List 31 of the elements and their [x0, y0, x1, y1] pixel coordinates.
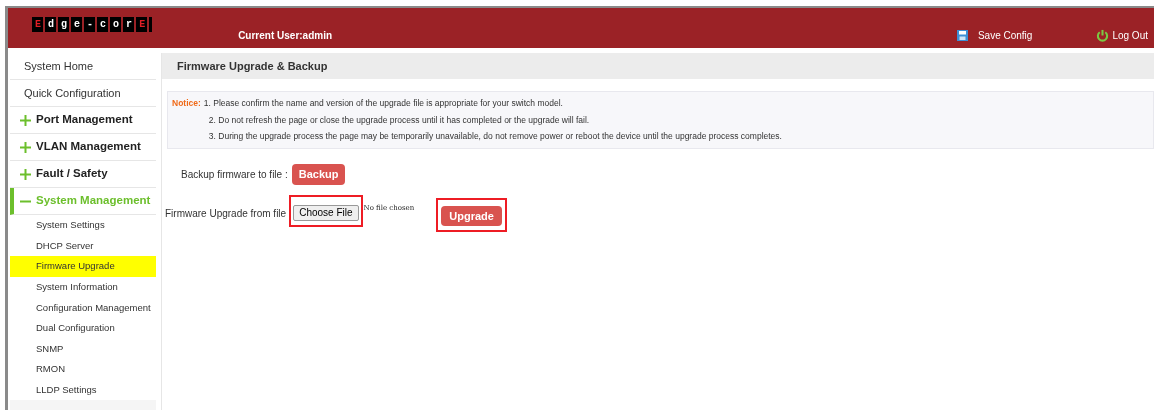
nav-subitem[interactable]: RMON	[10, 359, 156, 380]
save-config-button[interactable]: Save Config	[956, 27, 1033, 43]
nav-subitem[interactable]: System Information	[10, 276, 156, 298]
notice-text: 2. Do not refresh the page or close the upgrade process until it has completed or the upgrade will fail.	[207, 113, 591, 127]
choose-file-button[interactable]: Choose File	[293, 204, 359, 221]
upgrade-button[interactable]: Upgrade	[441, 205, 502, 226]
nav-item[interactable]: Quick Configuration	[10, 80, 156, 107]
notice-text: 1. Please confirm the name and version of the upgrade file is appropriate for your switch model.	[203, 97, 564, 110]
nav-group[interactable]: Fault / Safety	[10, 161, 156, 188]
nav-subitem[interactable]: System Settings	[10, 215, 156, 236]
plus-icon	[20, 141, 31, 153]
backup-button[interactable]: Backup	[291, 163, 346, 185]
log-out-button[interactable]: Log Out	[1096, 27, 1148, 43]
nav-subitem[interactable]: Firmware Upgrade	[10, 256, 156, 277]
plus-icon	[20, 168, 31, 180]
nav-item[interactable]: System Home	[10, 53, 156, 80]
panel-header: Firmware Upgrade & Backup	[162, 53, 1154, 79]
notice-text: 3. During the upgrade process the page may be temporarily unavailable, do not remove power or reboot the device until the upgrade process completes.	[207, 130, 782, 143]
plus-icon	[20, 114, 31, 126]
nav-group[interactable]: VLAN Management	[10, 134, 156, 161]
nav-subitem[interactable]: SNMP	[10, 338, 156, 360]
nav-subitem[interactable]: DHCP Server	[10, 235, 156, 257]
power-icon	[1096, 28, 1110, 42]
nav-subitem[interactable]: LLDP Settings	[10, 379, 156, 401]
notice-label: Notice:	[172, 97, 201, 110]
current-user: Current User:admin	[238, 28, 333, 43]
nav-group[interactable]: Port Management	[10, 107, 156, 134]
upgrade-label: Firmware Upgrade from file	[165, 207, 287, 221]
nav-subitem[interactable]: Dual Configuration	[10, 317, 156, 339]
backup-label: Backup firmware to file :	[181, 167, 288, 182]
nav-subitem[interactable]: Configuration Management	[10, 297, 156, 318]
